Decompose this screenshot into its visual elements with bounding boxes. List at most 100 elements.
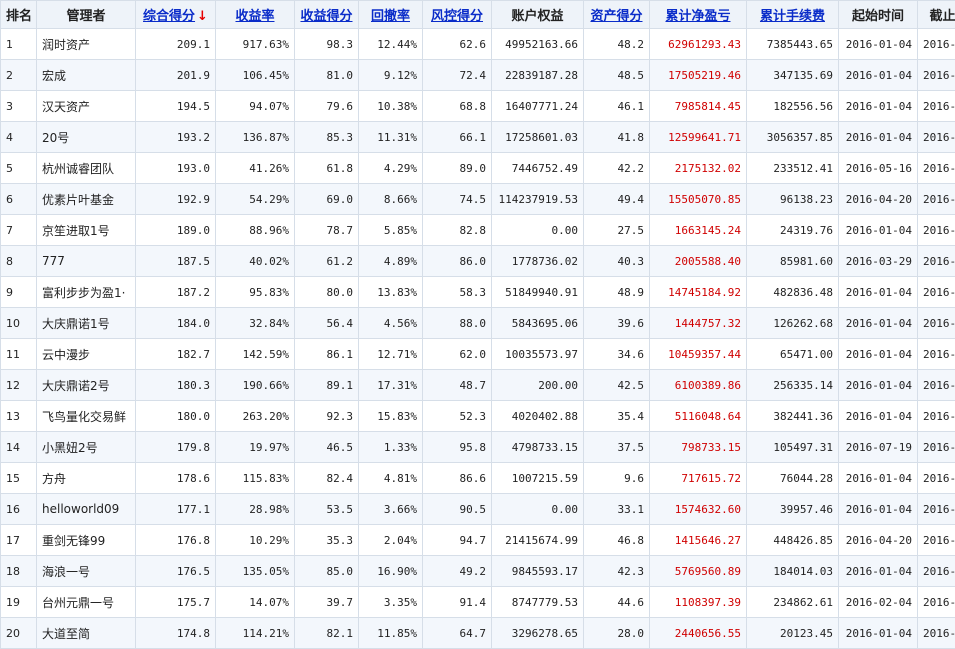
cell-fees: 482836.48 — [747, 277, 839, 308]
sort-link-net_profit[interactable]: 累计净盈亏 — [665, 9, 730, 24]
cell-equity: 1007215.59 — [492, 463, 584, 494]
cell-return_score: 98.3 — [295, 29, 359, 60]
column-header-net_profit[interactable]: 累计净盈亏 — [650, 1, 747, 29]
cell-risk_score: 48.7 — [423, 370, 492, 401]
cell-return: 135.05% — [216, 556, 295, 587]
column-header-score[interactable]: 综合得分↓ — [136, 1, 216, 29]
cell-score: 180.3 — [136, 370, 216, 401]
table-row: 420号193.2136.87%85.311.31%66.117258601.0… — [1, 122, 955, 153]
sort-link-score[interactable]: 综合得分 — [143, 9, 195, 24]
cell-start: 2016-01-04 — [839, 29, 918, 60]
cell-net_profit: 2005588.40 — [650, 246, 747, 277]
column-header-return[interactable]: 收益率 — [216, 1, 295, 29]
cell-manager: helloworld09 — [37, 494, 136, 525]
cell-end: 2016-12-12 — [918, 122, 955, 153]
cell-drawdown: 12.44% — [359, 29, 423, 60]
cell-fees: 85981.60 — [747, 246, 839, 277]
cell-start: 2016-01-04 — [839, 277, 918, 308]
sort-link-asset_score[interactable]: 资产得分 — [590, 9, 642, 24]
cell-net_profit: 1444757.32 — [650, 308, 747, 339]
cell-manager: 小黑妞2号 — [37, 432, 136, 463]
cell-equity: 16407771.24 — [492, 91, 584, 122]
cell-rank: 15 — [1, 463, 37, 494]
cell-net_profit: 5769560.89 — [650, 556, 747, 587]
cell-drawdown: 11.85% — [359, 618, 423, 649]
cell-return_score: 80.0 — [295, 277, 359, 308]
cell-end: 2016-12-13 — [918, 494, 955, 525]
table-row: 3汉天资产194.594.07%79.610.38%68.816407771.2… — [1, 91, 955, 122]
cell-net_profit: 1574632.60 — [650, 494, 747, 525]
cell-net_profit: 2175132.02 — [650, 153, 747, 184]
cell-score: 176.5 — [136, 556, 216, 587]
cell-drawdown: 2.04% — [359, 525, 423, 556]
cell-asset_score: 42.2 — [584, 153, 650, 184]
cell-score: 192.9 — [136, 184, 216, 215]
cell-drawdown: 8.66% — [359, 184, 423, 215]
cell-equity: 21415674.99 — [492, 525, 584, 556]
cell-net_profit: 1415646.27 — [650, 525, 747, 556]
column-label-rank: 排名 — [6, 9, 32, 24]
cell-risk_score: 74.5 — [423, 184, 492, 215]
cell-start: 2016-01-04 — [839, 91, 918, 122]
cell-manager: 777 — [37, 246, 136, 277]
cell-rank: 7 — [1, 215, 37, 246]
cell-return: 142.59% — [216, 339, 295, 370]
cell-start: 2016-01-04 — [839, 401, 918, 432]
sort-link-drawdown[interactable]: 回撤率 — [371, 9, 410, 24]
header-row: 排名管理者综合得分↓收益率收益得分回撤率风控得分账户权益资产得分累计净盈亏累计手… — [1, 1, 955, 29]
cell-return: 917.63% — [216, 29, 295, 60]
table-row: 12大庆鼎诺2号180.3190.66%89.117.31%48.7200.00… — [1, 370, 955, 401]
cell-return_score: 82.1 — [295, 618, 359, 649]
column-header-rank: 排名 — [1, 1, 37, 29]
cell-return_score: 78.7 — [295, 215, 359, 246]
cell-net_profit: 17505219.46 — [650, 60, 747, 91]
cell-rank: 17 — [1, 525, 37, 556]
cell-start: 2016-01-04 — [839, 60, 918, 91]
table-row: 5杭州诚睿团队193.041.26%61.84.29%89.07446752.4… — [1, 153, 955, 184]
column-header-return_score[interactable]: 收益得分 — [295, 1, 359, 29]
column-header-drawdown[interactable]: 回撤率 — [359, 1, 423, 29]
sort-link-fees[interactable]: 累计手续费 — [760, 9, 825, 24]
cell-return: 106.45% — [216, 60, 295, 91]
cell-start: 2016-05-16 — [839, 153, 918, 184]
cell-score: 176.8 — [136, 525, 216, 556]
table-row: 11云中漫步182.7142.59%86.112.71%62.010035573… — [1, 339, 955, 370]
cell-asset_score: 42.3 — [584, 556, 650, 587]
cell-drawdown: 1.33% — [359, 432, 423, 463]
cell-risk_score: 86.6 — [423, 463, 492, 494]
sort-link-return_score[interactable]: 收益得分 — [300, 9, 352, 24]
cell-equity: 4020402.88 — [492, 401, 584, 432]
cell-drawdown: 4.29% — [359, 153, 423, 184]
cell-drawdown: 11.31% — [359, 122, 423, 153]
cell-risk_score: 82.8 — [423, 215, 492, 246]
cell-risk_score: 68.8 — [423, 91, 492, 122]
cell-start: 2016-04-20 — [839, 525, 918, 556]
cell-rank: 19 — [1, 587, 37, 618]
cell-start: 2016-01-04 — [839, 370, 918, 401]
cell-risk_score: 88.0 — [423, 308, 492, 339]
table-row: 7京笙进取1号189.088.96%78.75.85%82.80.0027.51… — [1, 215, 955, 246]
cell-manager: 方舟 — [37, 463, 136, 494]
cell-drawdown: 10.38% — [359, 91, 423, 122]
cell-start: 2016-01-04 — [839, 339, 918, 370]
cell-manager: 台州元鼎一号 — [37, 587, 136, 618]
cell-end: 2016-12-13 — [918, 91, 955, 122]
table-row: 15方舟178.6115.83%82.44.81%86.61007215.599… — [1, 463, 955, 494]
cell-start: 2016-04-20 — [839, 184, 918, 215]
sort-link-risk_score[interactable]: 风控得分 — [431, 9, 483, 24]
cell-return: 190.66% — [216, 370, 295, 401]
cell-risk_score: 91.4 — [423, 587, 492, 618]
column-header-fees[interactable]: 累计手续费 — [747, 1, 839, 29]
cell-score: 182.7 — [136, 339, 216, 370]
cell-start: 2016-01-04 — [839, 494, 918, 525]
column-header-risk_score[interactable]: 风控得分 — [423, 1, 492, 29]
cell-end: 2016-12-13 — [918, 525, 955, 556]
column-header-asset_score[interactable]: 资产得分 — [584, 1, 650, 29]
sort-link-return[interactable]: 收益率 — [235, 9, 274, 24]
cell-equity: 5843695.06 — [492, 308, 584, 339]
cell-end: 2016-12-13 — [918, 556, 955, 587]
cell-net_profit: 10459357.44 — [650, 339, 747, 370]
column-label-end: 截止时间 — [929, 9, 955, 24]
cell-fees: 3056357.85 — [747, 122, 839, 153]
cell-rank: 12 — [1, 370, 37, 401]
